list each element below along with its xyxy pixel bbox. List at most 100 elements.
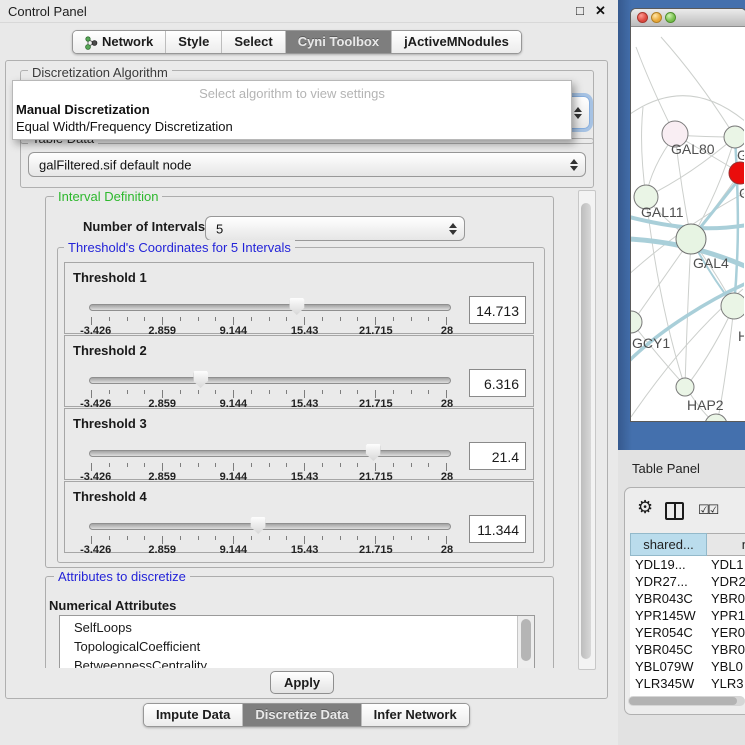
gear-icon[interactable]: ⚙ bbox=[637, 497, 653, 518]
tab-style[interactable]: Style bbox=[165, 31, 221, 53]
network-node-label: GCY1 bbox=[632, 335, 670, 351]
column-header-name[interactable]: n bbox=[707, 533, 745, 556]
slider-track[interactable] bbox=[89, 304, 451, 311]
float-window-icon[interactable]: □ bbox=[576, 3, 584, 19]
table-row[interactable]: YDR27...YDR2 bbox=[630, 573, 745, 590]
tab-cyni-toolbox[interactable]: Cyni Toolbox bbox=[285, 31, 391, 53]
table-row[interactable]: YLR345WYLR3 bbox=[630, 675, 745, 692]
attributes-list-scrollbar[interactable] bbox=[517, 616, 534, 668]
network-node[interactable] bbox=[721, 293, 744, 319]
network-node[interactable] bbox=[676, 224, 706, 254]
option-equal-width-frequency[interactable]: Equal Width/Frequency Discretization bbox=[16, 119, 233, 134]
settings-viewport: Interval Definition Number of Intervals … bbox=[12, 190, 578, 668]
threshold-value-box[interactable]: 14.713 bbox=[469, 296, 526, 324]
threshold-value-box[interactable]: 21.4 bbox=[469, 442, 526, 470]
tab-network[interactable]: Network bbox=[73, 31, 165, 53]
slider-thumb[interactable] bbox=[251, 517, 266, 534]
control-panel-title: Control Panel bbox=[8, 4, 87, 19]
tab-impute-data-label: Impute Data bbox=[156, 704, 230, 726]
discretization-algorithm-group-title: Discretization Algorithm bbox=[28, 65, 172, 80]
tab-impute-data[interactable]: Impute Data bbox=[144, 704, 242, 726]
attribute-item[interactable]: TopologicalCoefficient bbox=[60, 637, 517, 656]
algorithm-placeholder-option[interactable]: Select algorithm to view settings bbox=[13, 86, 571, 101]
select-columns-icon[interactable]: ☑☑ bbox=[698, 502, 717, 518]
numerical-attributes-label: Numerical Attributes bbox=[49, 598, 176, 613]
network-canvas[interactable]: GAL80GACGAL11GAL4GCY1HHAP2 bbox=[631, 27, 744, 421]
attribute-item[interactable]: BetweennessCentrality bbox=[60, 656, 517, 668]
table-panel-title: Table Panel bbox=[632, 461, 700, 476]
threshold-label: Threshold 4 bbox=[73, 489, 147, 504]
threshold-label: Threshold 1 bbox=[73, 270, 147, 285]
table-row[interactable]: YBL079WYBL0 bbox=[630, 658, 745, 675]
network-node-labels: GAL80GACGAL11GAL4GCY1HHAP2 bbox=[632, 141, 744, 413]
settings-scrollbar-thumb[interactable] bbox=[581, 203, 591, 659]
threshold-panel: Threshold 4 -3.4262.8599.14415.4321.7152… bbox=[64, 481, 534, 553]
network-window-titlebar[interactable] bbox=[631, 9, 745, 27]
algorithm-dropdown-popup: Select algorithm to view settings Manual… bbox=[12, 80, 572, 140]
network-node[interactable] bbox=[729, 162, 744, 184]
slider-track[interactable] bbox=[89, 523, 451, 530]
number-of-intervals-label: Number of Intervals bbox=[83, 219, 205, 234]
tab-cyni-toolbox-label: Cyni Toolbox bbox=[298, 31, 379, 53]
number-of-intervals-combobox[interactable]: 5 bbox=[205, 216, 465, 241]
interval-definition-group-title: Interval Definition bbox=[54, 190, 162, 204]
table-row[interactable]: YBR043CYBR0 bbox=[630, 590, 745, 607]
slider-track[interactable] bbox=[89, 450, 451, 457]
tab-infer-network[interactable]: Infer Network bbox=[361, 704, 469, 726]
table-panel-card: ⚙ ☑☑ shared... n YDL19...YDL1YDR27...YDR… bbox=[624, 487, 745, 715]
table-data-combobox[interactable]: galFiltered.sif default node bbox=[28, 152, 586, 177]
threshold-value-box[interactable]: 11.344 bbox=[469, 515, 526, 543]
network-node[interactable] bbox=[631, 311, 642, 333]
screen: Control Panel □ ✕ Network Style Select bbox=[0, 0, 745, 745]
threshold-panel: Threshold 3 -3.4262.8599.14415.4321.7152… bbox=[64, 408, 534, 480]
table-row[interactable]: YBR045CYBR0 bbox=[630, 641, 745, 658]
node-table: shared... n YDL19...YDL1YDR27...YDR2YBR0… bbox=[630, 533, 745, 699]
interval-definition-group: Interval Definition Number of Intervals … bbox=[45, 196, 554, 568]
network-node-label: GAL11 bbox=[641, 204, 684, 220]
tab-jactivemnodules[interactable]: jActiveMNodules bbox=[391, 31, 521, 53]
apply-button[interactable]: Apply bbox=[270, 671, 334, 694]
network-nodes bbox=[631, 121, 744, 421]
slider-thumb[interactable] bbox=[366, 444, 381, 461]
option-manual-discretization[interactable]: Manual Discretization bbox=[16, 102, 150, 117]
combo-arrows-icon bbox=[568, 157, 579, 173]
table-row[interactable]: YDL19...YDL1 bbox=[630, 556, 745, 573]
slider-ticks bbox=[91, 463, 447, 471]
threshold-slider: -3.4262.8599.14415.4321.71528 bbox=[89, 297, 449, 331]
network-node[interactable] bbox=[676, 378, 694, 396]
close-traffic-light-icon[interactable] bbox=[637, 12, 648, 23]
slider-thumb[interactable] bbox=[193, 371, 208, 388]
settings-scrollbar[interactable] bbox=[578, 190, 596, 670]
split-columns-icon[interactable] bbox=[665, 502, 684, 520]
tab-infer-network-label: Infer Network bbox=[374, 704, 457, 726]
table-row[interactable]: YER054CYER0 bbox=[630, 624, 745, 641]
threshold-slider: -3.4262.8599.14415.4321.71528 bbox=[89, 443, 449, 477]
network-view-window[interactable]: GAL80GACGAL11GAL4GCY1HHAP2 bbox=[630, 8, 745, 422]
tab-discretize-data-label: Discretize Data bbox=[255, 704, 348, 726]
minimize-traffic-light-icon[interactable] bbox=[651, 12, 662, 23]
network-node[interactable] bbox=[724, 126, 744, 148]
network-node-label: H bbox=[738, 328, 744, 344]
attributes-group: Attributes to discretize Numerical Attri… bbox=[45, 576, 554, 668]
network-node[interactable] bbox=[705, 414, 727, 421]
tab-select[interactable]: Select bbox=[221, 31, 284, 53]
slider-ticks bbox=[91, 390, 447, 398]
threshold-slider: -3.4262.8599.14415.4321.71528 bbox=[89, 370, 449, 404]
slider-track[interactable] bbox=[89, 377, 451, 384]
table-horizontal-scrollbar-thumb[interactable] bbox=[629, 697, 737, 705]
attribute-items: SelfLoopsTopologicalCoefficientBetweenne… bbox=[60, 618, 517, 668]
table-horizontal-scrollbar[interactable] bbox=[628, 696, 745, 706]
table-row[interactable]: YPR145WYPR1 bbox=[630, 607, 745, 624]
network-node-label: C bbox=[739, 185, 744, 201]
zoom-traffic-light-icon[interactable] bbox=[665, 12, 676, 23]
number-of-intervals-value: 5 bbox=[216, 221, 223, 236]
slider-thumb[interactable] bbox=[289, 298, 304, 315]
threshold-value-box[interactable]: 6.316 bbox=[469, 369, 526, 397]
threshold-panel: Threshold 2 -3.4262.8599.14415.4321.7152… bbox=[64, 335, 534, 407]
control-panel-tabbar: Network Style Select Cyni Toolbox jActiv… bbox=[72, 30, 522, 54]
tab-discretize-data[interactable]: Discretize Data bbox=[242, 704, 360, 726]
attribute-item[interactable]: SelfLoops bbox=[60, 618, 517, 637]
column-header-shared-name[interactable]: shared... bbox=[630, 533, 707, 556]
close-window-icon[interactable]: ✕ bbox=[595, 3, 606, 19]
table-panel-section: Table Panel ⚙ ☑☑ shared... n YDL19...YDL… bbox=[618, 450, 745, 745]
